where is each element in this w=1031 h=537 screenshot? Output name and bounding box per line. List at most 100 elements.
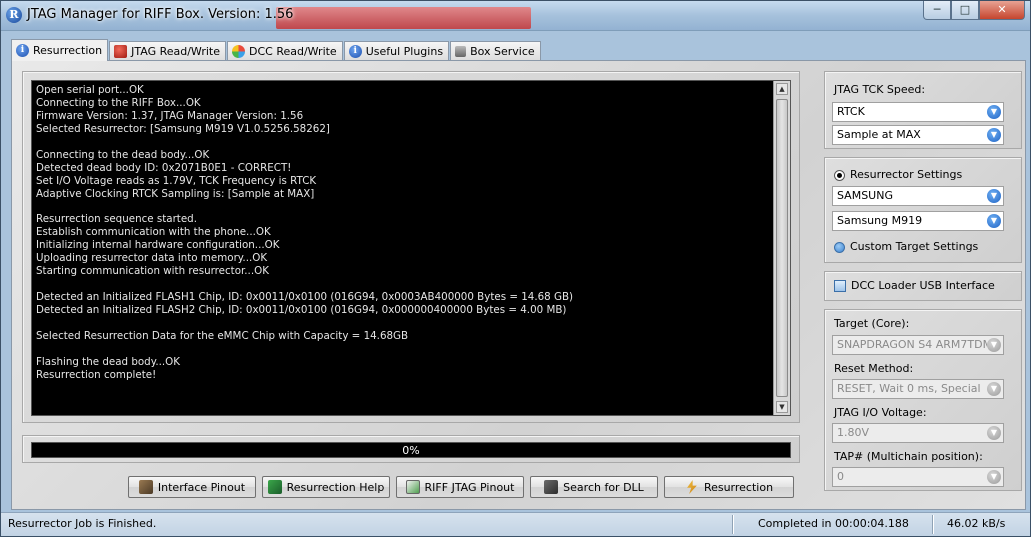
log-line: Resurrection sequence started. bbox=[36, 213, 197, 226]
help-icon bbox=[267, 480, 282, 494]
io-voltage-select[interactable]: 1.80V ▼ bbox=[832, 423, 1004, 443]
tab-label: JTAG Read/Write bbox=[131, 45, 220, 58]
search-dll-button[interactable]: Search for DLL bbox=[530, 476, 658, 498]
log-output[interactable]: Open serial port...OK Connecting to the R… bbox=[31, 80, 791, 416]
reset-method-select[interactable]: RESET, Wait 0 ms, Special ▼ bbox=[832, 379, 1004, 399]
tab-content-resurrection: Open serial port...OK Connecting to the R… bbox=[11, 60, 1026, 510]
title-bar-decoration bbox=[276, 7, 531, 29]
tab-label: DCC Read/Write bbox=[248, 45, 337, 58]
resurrector-settings-radio[interactable] bbox=[834, 170, 845, 181]
info-icon: i bbox=[348, 45, 362, 58]
button-label: Resurrection bbox=[703, 480, 774, 494]
interface-pinout-button[interactable]: Interface Pinout bbox=[128, 476, 256, 498]
combo-value: SAMSUNG bbox=[837, 189, 893, 202]
log-line: Detected dead body ID: 0x2071B0E1 - CORR… bbox=[36, 161, 292, 174]
log-line: Adaptive Clocking RTCK Sampling is: [Sam… bbox=[36, 187, 315, 200]
progress-panel: 0% bbox=[22, 435, 800, 463]
progress-label: 0% bbox=[402, 444, 420, 457]
tab-label: Useful Plugins bbox=[365, 45, 444, 58]
tab-dcc-read-write[interactable]: DCC Read/Write bbox=[226, 41, 343, 61]
dcc-loader-checkbox[interactable] bbox=[834, 280, 846, 292]
button-label: Interface Pinout bbox=[157, 480, 246, 494]
custom-target-radio[interactable] bbox=[834, 242, 845, 253]
combo-value: SNAPDRAGON S4 ARM7TDMI bbox=[837, 338, 996, 351]
close-button[interactable]: ✕ bbox=[979, 1, 1025, 20]
dropdown-arrow-icon: ▼ bbox=[987, 214, 1001, 228]
log-panel: Open serial port...OK Connecting to the R… bbox=[22, 71, 800, 423]
title-bar[interactable]: R JTAG Manager for RIFF Box. Version: 1.… bbox=[1, 1, 1030, 31]
tck-speed-select[interactable]: RTCK ▼ bbox=[832, 102, 1004, 122]
log-line: Selected Resurrector: [Samsung M919 V1.0… bbox=[36, 122, 330, 135]
info-icon: i bbox=[16, 44, 29, 57]
reset-method-label: Reset Method: bbox=[834, 362, 914, 375]
tck-speed-label: JTAG TCK Speed: bbox=[834, 83, 926, 96]
status-divider bbox=[932, 515, 934, 534]
pinout-icon bbox=[138, 480, 153, 494]
custom-target-label: Custom Target Settings bbox=[850, 240, 979, 253]
log-line: Firmware Version: 1.37, JTAG Manager Ver… bbox=[36, 109, 304, 122]
lightning-icon bbox=[687, 480, 697, 494]
log-lines: Open serial port...OK Connecting to the R… bbox=[36, 84, 790, 382]
log-line: Open serial port...OK bbox=[36, 84, 144, 96]
tck-sample-select[interactable]: Sample at MAX ▼ bbox=[832, 125, 1004, 145]
target-settings-panel: Target (Core): SNAPDRAGON S4 ARM7TDMI ▼ … bbox=[824, 309, 1022, 491]
status-transfer-speed: 46.02 kB/s bbox=[947, 517, 1006, 530]
resurrection-button[interactable]: Resurrection bbox=[664, 476, 794, 498]
status-bar: Resurrector Job is Finished. Completed i… bbox=[1, 512, 1030, 536]
button-label: Resurrection Help bbox=[286, 480, 385, 494]
scrollbar-thumb[interactable] bbox=[776, 99, 788, 397]
dcc-loader-label: DCC Loader USB Interface bbox=[851, 279, 995, 292]
progress-bar: 0% bbox=[31, 442, 791, 458]
main-window: R JTAG Manager for RIFF Box. Version: 1.… bbox=[0, 0, 1031, 537]
window-title: JTAG Manager for RIFF Box. Version: 1.56 bbox=[27, 7, 294, 22]
scroll-down-icon[interactable]: ▼ bbox=[776, 401, 788, 413]
combo-value: 1.80V bbox=[837, 426, 870, 439]
tab-label: Box Service bbox=[470, 45, 535, 58]
manufacturer-select[interactable]: SAMSUNG ▼ bbox=[832, 186, 1004, 206]
log-scrollbar[interactable]: ▲ ▼ bbox=[773, 81, 790, 415]
tab-label: Resurrection bbox=[33, 44, 103, 57]
tab-resurrection[interactable]: i Resurrection bbox=[11, 39, 109, 61]
dropdown-arrow-icon: ▼ bbox=[987, 338, 1001, 352]
tck-speed-panel: JTAG TCK Speed: RTCK ▼ Sample at MAX ▼ bbox=[824, 71, 1022, 149]
window-controls: ─ □ ✕ bbox=[923, 1, 1025, 20]
target-core-label: Target (Core): bbox=[834, 317, 910, 330]
app-icon[interactable]: R bbox=[6, 7, 22, 23]
scroll-up-icon[interactable]: ▲ bbox=[776, 83, 788, 95]
target-core-select[interactable]: SNAPDRAGON S4 ARM7TDMI ▼ bbox=[832, 335, 1004, 355]
log-line: Set I/O Voltage reads as 1.79V, TCK Freq… bbox=[36, 174, 317, 187]
tab-jtag-read-write[interactable]: JTAG Read/Write bbox=[109, 41, 226, 61]
maximize-button[interactable]: □ bbox=[951, 1, 979, 20]
dcc-loader-panel: DCC Loader USB Interface bbox=[824, 271, 1022, 301]
log-line: Connecting to the RIFF Box...OK bbox=[36, 96, 201, 109]
riff-jtag-pinout-button[interactable]: RIFF JTAG Pinout bbox=[396, 476, 524, 498]
resurrector-settings-label: Resurrector Settings bbox=[850, 168, 963, 181]
combo-value: 0 bbox=[837, 470, 844, 483]
riff-pinout-icon bbox=[405, 480, 420, 494]
tab-box-service[interactable]: Box Service bbox=[450, 41, 541, 61]
log-line: Uploading resurrector data into memory..… bbox=[36, 252, 268, 265]
dropdown-arrow-icon: ▼ bbox=[987, 426, 1001, 440]
minimize-button[interactable]: ─ bbox=[923, 1, 951, 20]
model-select[interactable]: Samsung M919 ▼ bbox=[832, 211, 1004, 231]
search-icon bbox=[544, 480, 559, 494]
tab-useful-plugins[interactable]: i Useful Plugins bbox=[343, 41, 450, 61]
action-buttons: Interface Pinout Resurrection Help RIFF … bbox=[128, 476, 794, 498]
dcc-icon bbox=[231, 45, 245, 58]
log-line: Initializing internal hardware configura… bbox=[36, 239, 280, 252]
box-icon bbox=[455, 46, 467, 57]
log-line: Detected an Initialized FLASH1 Chip, ID:… bbox=[36, 291, 574, 303]
dropdown-arrow-icon: ▼ bbox=[987, 128, 1001, 142]
log-line: Selected Resurrection Data for the eMMC … bbox=[36, 329, 409, 342]
tab-bar: i Resurrection JTAG Read/Write DCC Read/… bbox=[11, 39, 542, 61]
combo-value: Samsung M919 bbox=[837, 214, 923, 227]
status-completed-time: Completed in 00:00:04.188 bbox=[758, 517, 909, 530]
resurrection-help-button[interactable]: Resurrection Help bbox=[262, 476, 390, 498]
tap-select[interactable]: 0 ▼ bbox=[832, 467, 1004, 487]
dropdown-arrow-icon: ▼ bbox=[987, 189, 1001, 203]
